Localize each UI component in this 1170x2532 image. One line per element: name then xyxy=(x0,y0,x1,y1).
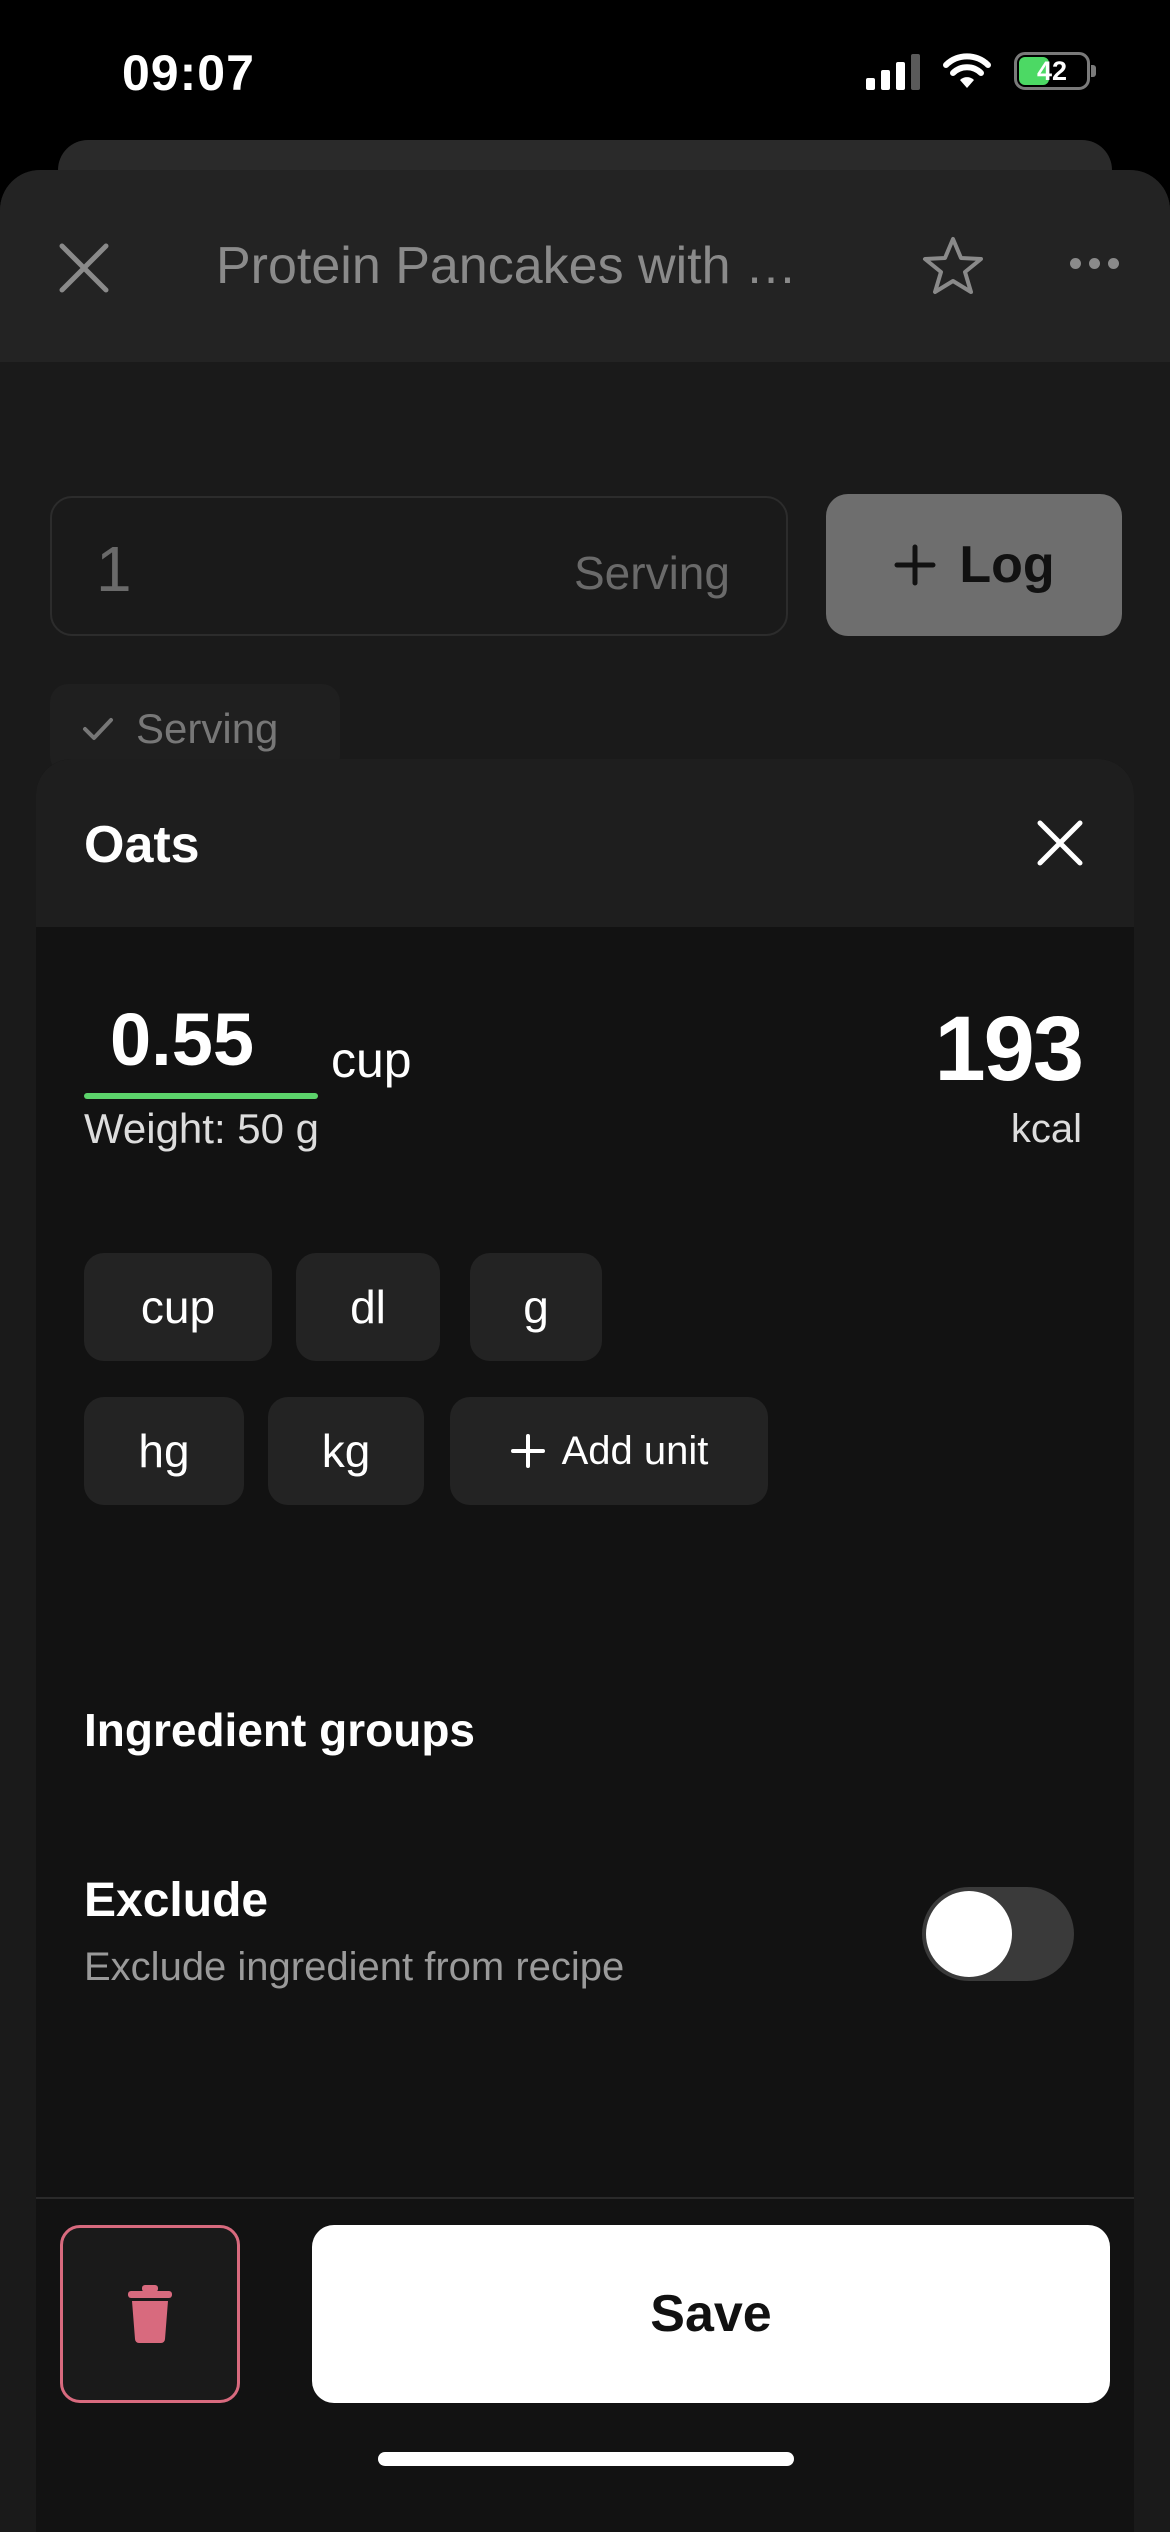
amount-input[interactable]: 0.55 xyxy=(110,997,254,1082)
check-icon xyxy=(83,718,113,740)
battery-level: 42 xyxy=(1036,56,1068,86)
ingredient-groups-heading: Ingredient groups xyxy=(84,1704,475,1756)
amount-unit: cup xyxy=(331,1032,412,1088)
status-time: 09:07 xyxy=(122,45,255,101)
log-label: Log xyxy=(959,536,1055,594)
unit-chip-kg[interactable]: kg xyxy=(268,1397,424,1505)
exclude-title: Exclude xyxy=(84,1874,269,1927)
delete-button[interactable] xyxy=(60,2225,240,2403)
star-icon[interactable] xyxy=(920,234,986,300)
signal-icon xyxy=(866,52,920,90)
exclude-toggle[interactable] xyxy=(922,1887,1074,1981)
plus-icon xyxy=(894,544,936,586)
save-button[interactable]: Save xyxy=(312,2225,1110,2403)
battery-icon: 42 xyxy=(1014,52,1096,90)
status-icons: 42 xyxy=(866,52,1096,90)
plus-icon xyxy=(510,1434,545,1468)
kcal-unit: kcal xyxy=(1010,1107,1082,1151)
recipe-title: Protein Pancakes with … xyxy=(216,237,797,295)
footer-divider xyxy=(36,2197,1134,2199)
wifi-icon xyxy=(943,53,991,88)
unit-chip-g[interactable]: g xyxy=(470,1253,602,1361)
serving-quantity-value: 1 xyxy=(96,533,132,605)
unit-chip-cup[interactable]: cup xyxy=(84,1253,272,1361)
unit-chip-dl[interactable]: dl xyxy=(296,1253,440,1361)
unit-chip-hg[interactable]: hg xyxy=(84,1397,244,1505)
toggle-knob xyxy=(926,1891,1012,1977)
amount-input-underline xyxy=(84,1093,318,1099)
weight-label: Weight: 50 g xyxy=(84,1105,320,1152)
serving-chip-label: Serving xyxy=(136,705,279,752)
modal-title: Oats xyxy=(84,816,200,874)
home-indicator xyxy=(378,2452,794,2466)
trash-icon xyxy=(128,2285,172,2343)
kcal-value: 193 xyxy=(934,998,1084,1100)
close-icon[interactable] xyxy=(1034,817,1086,869)
modal-header xyxy=(36,759,1134,927)
add-unit-button[interactable]: Add unit xyxy=(450,1397,768,1505)
exclude-subtitle: Exclude ingredient from recipe xyxy=(84,1945,625,1989)
ingredient-modal: Oats 0.55 cup Weight: 50 g 193 kcal cup … xyxy=(36,759,1134,2532)
close-icon[interactable] xyxy=(56,240,112,296)
log-button[interactable]: Log xyxy=(826,494,1122,636)
serving-quantity-unit: Serving xyxy=(574,547,730,599)
add-unit-label: Add unit xyxy=(561,1428,709,1473)
more-icon[interactable] xyxy=(1070,258,1119,269)
